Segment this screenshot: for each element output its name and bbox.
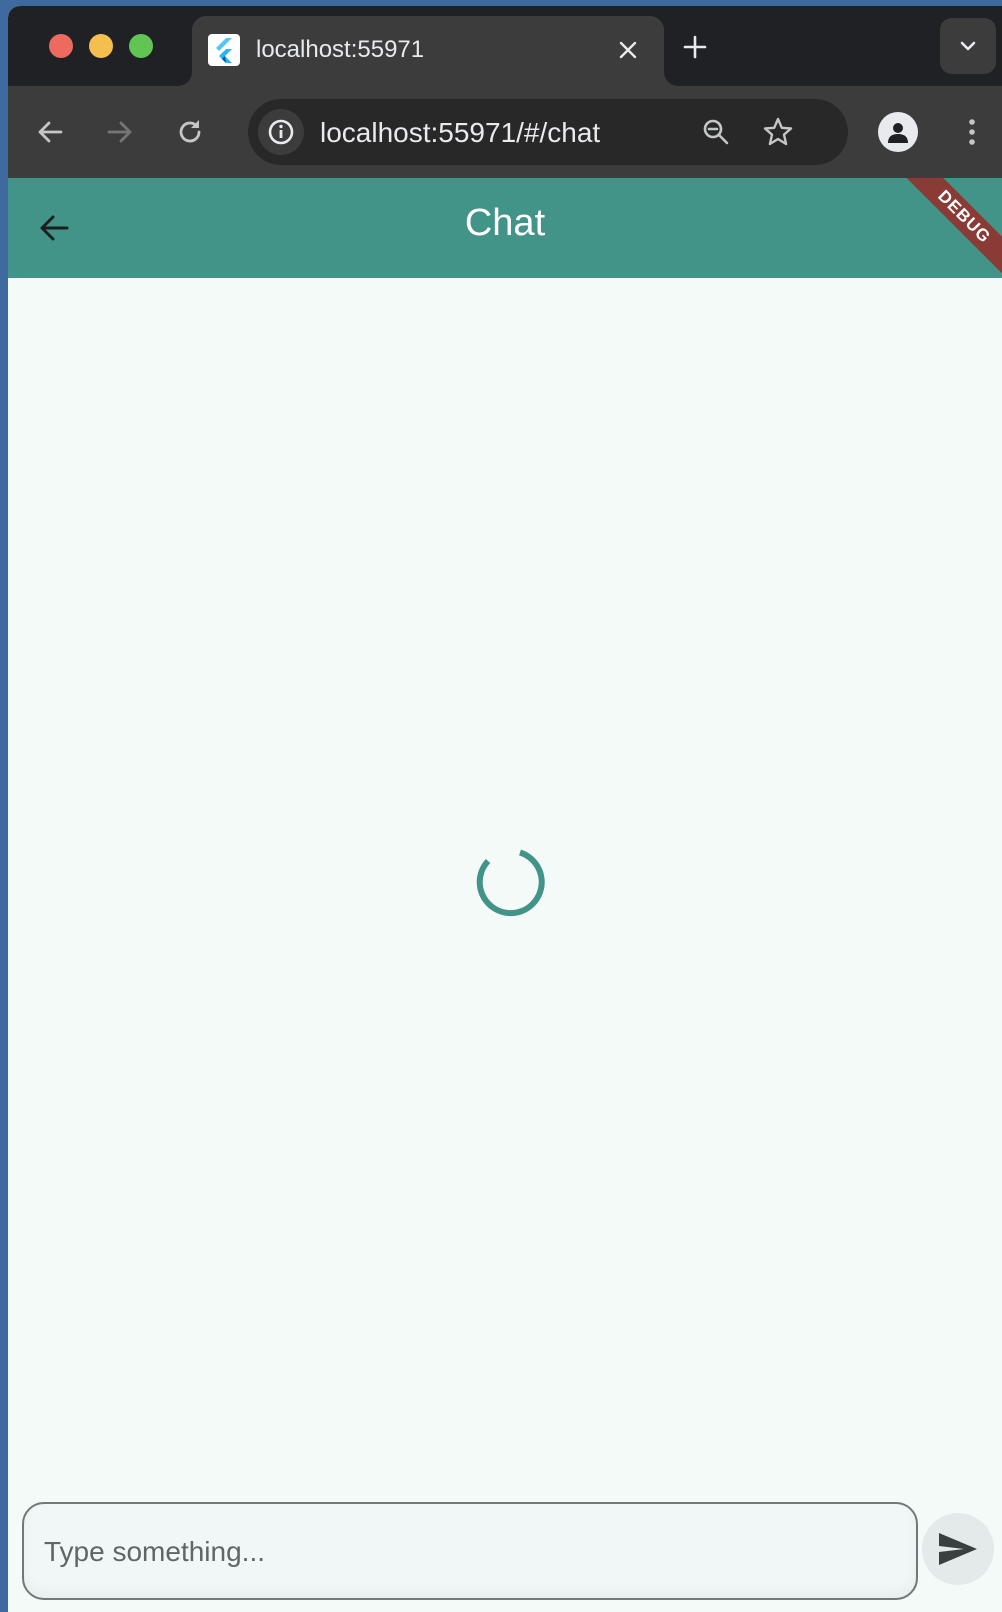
chat-message-list xyxy=(8,278,1002,1458)
close-icon[interactable] xyxy=(612,34,644,66)
close-window-button[interactable] xyxy=(49,34,73,58)
app-bar: Chat DEBUG xyxy=(8,178,1002,278)
loading-spinner-icon xyxy=(476,849,545,917)
message-composer xyxy=(8,1458,1002,1612)
reload-icon[interactable] xyxy=(168,110,212,154)
arrow-right-icon[interactable] xyxy=(98,110,142,154)
url-text[interactable]: localhost:55971/#/chat xyxy=(320,117,600,149)
send-icon xyxy=(939,1533,977,1565)
arrow-left-icon[interactable] xyxy=(28,110,72,154)
chevron-down-icon[interactable] xyxy=(940,18,996,74)
kebab-menu-icon[interactable] xyxy=(950,110,994,154)
browser-tab[interactable]: localhost:55971 xyxy=(192,16,664,86)
tab-strip: localhost:55971 xyxy=(8,6,1002,86)
message-input[interactable] xyxy=(42,1504,906,1600)
minimize-window-button[interactable] xyxy=(89,34,113,58)
browser-toolbar: localhost:55971/#/chat xyxy=(8,86,1002,178)
flutter-icon xyxy=(208,34,240,66)
send-button[interactable] xyxy=(922,1513,994,1585)
star-icon[interactable] xyxy=(756,110,800,154)
info-icon[interactable] xyxy=(258,109,304,155)
zoom-out-icon[interactable] xyxy=(694,110,738,154)
page-title: Chat xyxy=(464,202,546,244)
message-input-container[interactable] xyxy=(22,1502,918,1600)
tab-title: localhost:55971 xyxy=(256,36,425,63)
browser-window: localhost:55971 localhost:55971/#/chat C… xyxy=(8,6,1002,1612)
person-icon[interactable] xyxy=(878,112,918,152)
maximize-window-button[interactable] xyxy=(129,34,153,58)
plus-icon[interactable] xyxy=(680,32,710,62)
address-bar[interactable]: localhost:55971/#/chat xyxy=(248,99,848,165)
